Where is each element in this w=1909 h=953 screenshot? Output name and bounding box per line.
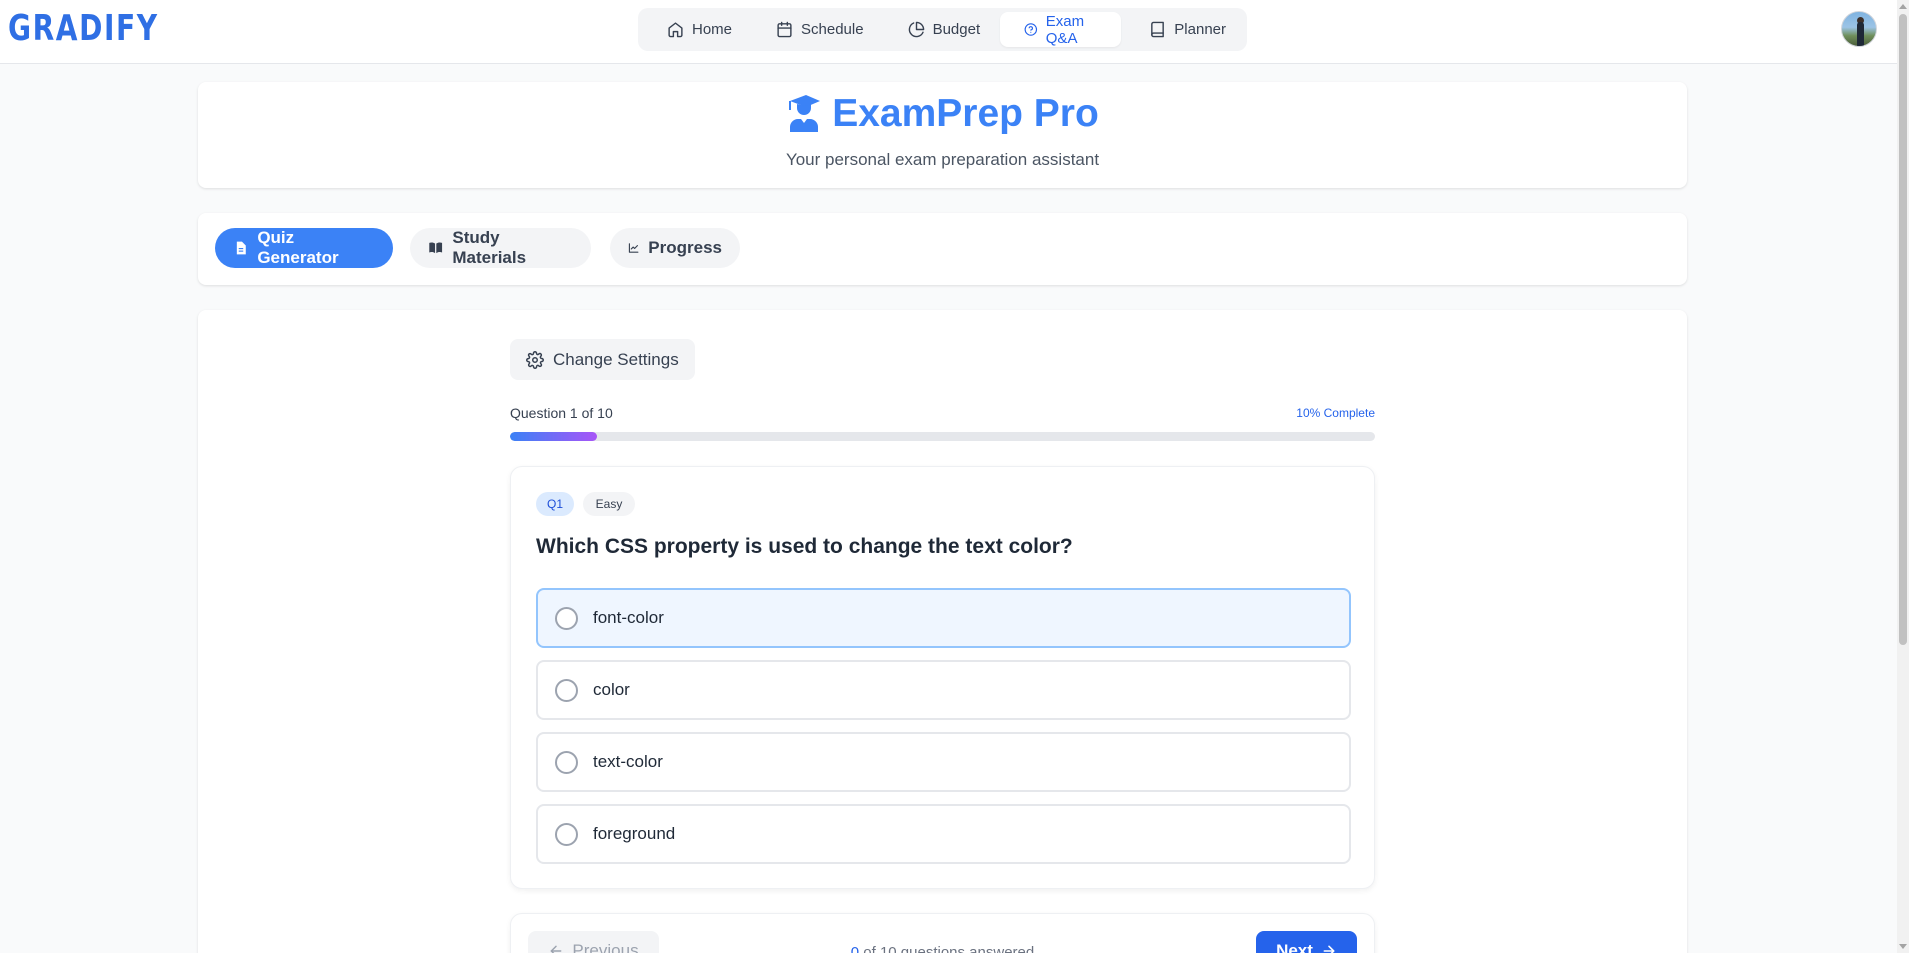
scroll-up-arrow[interactable]: [1899, 4, 1907, 9]
user-avatar[interactable]: [1841, 11, 1877, 47]
graduate-icon: [789, 95, 821, 132]
question-counter: Question 1 of 10: [510, 405, 613, 421]
answer-option[interactable]: foreground: [536, 804, 1351, 864]
nav-item-budget[interactable]: Budget: [884, 12, 997, 47]
scroll-down-arrow[interactable]: [1899, 944, 1907, 949]
radio-circle[interactable]: [555, 606, 578, 630]
home-icon: [668, 22, 683, 38]
option-label: text-color: [593, 752, 663, 771]
nav-label: Exam Q&A: [1045, 12, 1085, 47]
avatar-figure: [1857, 22, 1864, 46]
option-label: color: [593, 680, 630, 699]
nav-item-planner[interactable]: Planner: [1125, 12, 1242, 47]
pie-chart-icon: [908, 21, 924, 38]
app-subtitle: Your personal exam preparation assistant: [785, 150, 1100, 169]
brand-logo[interactable]: GRADIFY: [8, 8, 159, 49]
arrow-right-icon: [1323, 945, 1335, 953]
nav-item-exam-qa[interactable]: Exam Q&A: [1000, 12, 1122, 47]
tab-bar: Quiz Generator Study Materials Progress: [198, 213, 1687, 285]
next-label: Next: [1276, 941, 1313, 953]
nav-label: Home: [692, 21, 733, 38]
radio-circle[interactable]: [555, 678, 578, 702]
tab-study-materials[interactable]: Study Materials: [410, 228, 591, 268]
scroll-thumb[interactable]: [1899, 14, 1907, 645]
question-number-badge: Q1: [536, 492, 574, 516]
answered-suffix: of 10 questions answered: [859, 944, 1035, 953]
question-text: Which CSS property is used to change the…: [536, 535, 1073, 558]
difficulty-badge: Easy: [583, 492, 635, 516]
quiz-footer: Previous 0 of 10 questions answered Next: [510, 913, 1375, 953]
question-card: Q1 Easy Which CSS property is used to ch…: [510, 466, 1375, 889]
answer-option[interactable]: font-color: [536, 588, 1351, 648]
nav-item-home[interactable]: Home: [643, 12, 748, 47]
trend-chart-icon: [628, 243, 639, 253]
app-title: ExamPrep Pro: [832, 92, 1099, 135]
option-label: font-color: [593, 608, 664, 627]
page-scrollbar[interactable]: [1897, 0, 1909, 953]
app-header-card: ExamPrep Pro Your personal exam preparat…: [198, 82, 1687, 188]
tab-quiz-generator[interactable]: Quiz Generator: [215, 228, 393, 268]
nav-item-schedule[interactable]: Schedule: [752, 12, 880, 47]
nav-label: Budget: [932, 21, 981, 38]
progress-fill: [510, 432, 597, 441]
app-title-row: ExamPrep Pro: [198, 92, 1687, 136]
progress-bar: [510, 432, 1375, 441]
main-nav: Home Schedule Budget Exam Q&A Planner: [638, 8, 1247, 51]
tab-label: Progress: [648, 238, 722, 257]
top-navbar: GRADIFY Home Schedule Budget Exam Q&A Pl…: [0, 0, 1897, 64]
open-book-icon: [429, 242, 443, 254]
percent-complete: 10% Complete: [1296, 406, 1375, 420]
settings-label: Change Settings: [553, 349, 679, 369]
option-label: foreground: [593, 824, 676, 843]
help-circle-icon: [1024, 23, 1038, 36]
answered-count: 0: [850, 944, 860, 953]
calendar-icon: [777, 21, 792, 38]
tab-progress[interactable]: Progress: [610, 228, 740, 268]
change-settings-button[interactable]: Change Settings: [510, 339, 695, 380]
answered-status: 0 of 10 questions answered: [511, 944, 1374, 953]
nav-label: Planner: [1174, 21, 1226, 38]
book-icon: [1151, 21, 1165, 38]
tab-label: Study Materials: [452, 228, 527, 267]
tab-label: Quiz Generator: [257, 228, 339, 267]
file-icon: [236, 241, 246, 255]
gear-icon: [526, 350, 544, 369]
nav-label: Schedule: [801, 21, 864, 38]
answer-option[interactable]: color: [536, 660, 1351, 720]
radio-circle[interactable]: [555, 750, 578, 774]
next-button[interactable]: Next: [1256, 931, 1357, 953]
answer-option[interactable]: text-color: [536, 732, 1351, 792]
radio-circle[interactable]: [555, 822, 578, 846]
